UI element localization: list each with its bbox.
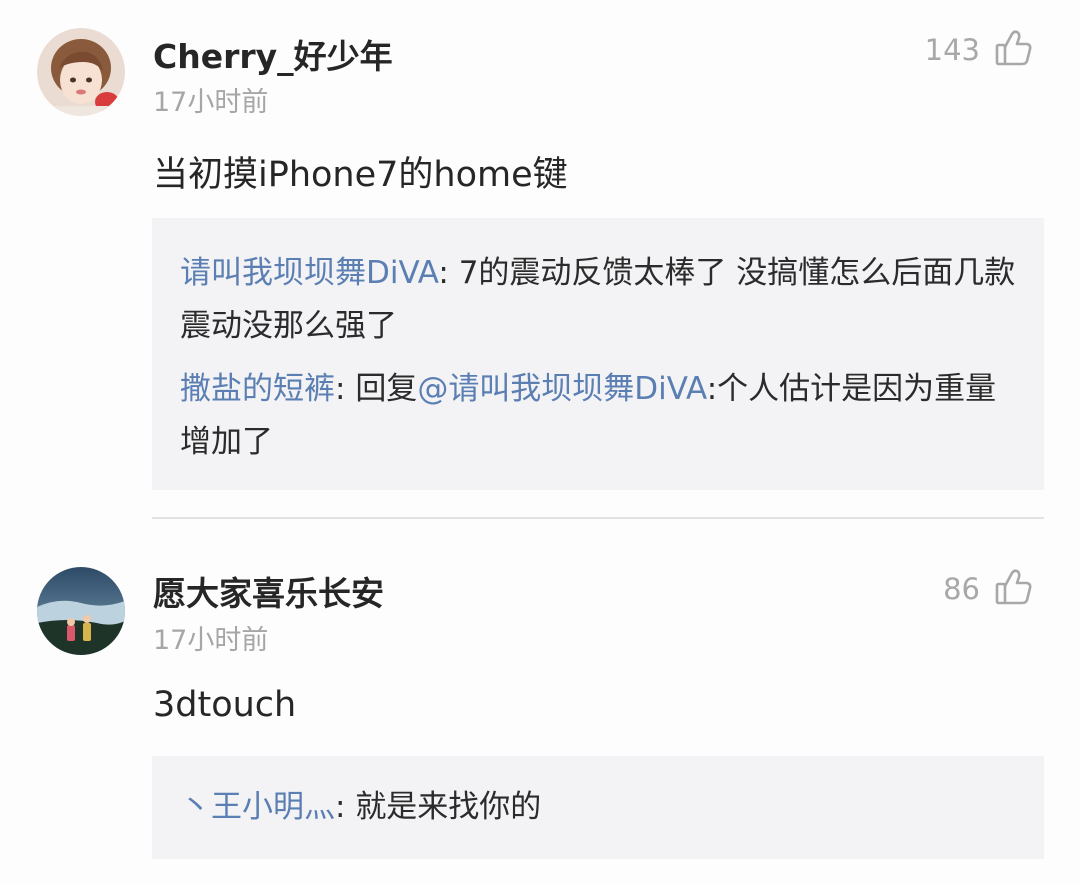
comment-divider bbox=[152, 517, 1044, 519]
reply-prefix: 回复 bbox=[355, 371, 418, 407]
comment-username[interactable]: 愿大家喜乐长安 bbox=[153, 567, 384, 615]
comment-timestamp: 17小时前 bbox=[153, 625, 269, 656]
reply-username[interactable]: 丶王小明灬 bbox=[180, 789, 335, 825]
comment-item: 愿大家喜乐长安 17小时前 86 3dtouch 丶王小明灬: 就是来找你的 bbox=[0, 540, 1080, 883]
reply-mention[interactable]: @请叫我坝坝舞DiVA bbox=[417, 371, 706, 407]
comment-username[interactable]: Cherry_好少年 bbox=[153, 30, 393, 78]
reply-item[interactable]: 请叫我坝坝舞DiVA: 7的震动反馈太棒了 没搞懂怎么后面几款震动没那么强了 bbox=[180, 247, 1016, 353]
avatar[interactable] bbox=[37, 567, 125, 655]
reply-username[interactable]: 请叫我坝坝舞DiVA bbox=[180, 255, 438, 291]
like-count: 143 bbox=[924, 33, 980, 67]
reply-username[interactable]: 撒盐的短裤 bbox=[180, 371, 335, 407]
reply-list: 丶王小明灬: 就是来找你的 bbox=[152, 756, 1044, 859]
thumbs-up-icon bbox=[994, 567, 1034, 611]
like-button[interactable]: 86 bbox=[943, 567, 1034, 611]
comment-text: 当初摸iPhone7的home键 bbox=[153, 155, 568, 195]
reply-text: 就是来找你的 bbox=[355, 789, 542, 825]
reply-separator: : bbox=[438, 255, 459, 291]
reply-separator: : bbox=[335, 371, 356, 407]
avatar[interactable] bbox=[37, 28, 125, 116]
reply-item[interactable]: 丶王小明灬: 就是来找你的 bbox=[180, 781, 1016, 834]
reply-separator: : bbox=[335, 789, 356, 825]
thumbs-up-icon bbox=[994, 28, 1034, 72]
comment-timestamp: 17小时前 bbox=[153, 87, 269, 118]
like-count: 86 bbox=[943, 572, 980, 606]
like-button[interactable]: 143 bbox=[925, 28, 1034, 72]
reply-list: 请叫我坝坝舞DiVA: 7的震动反馈太棒了 没搞懂怎么后面几款震动没那么强了 撒… bbox=[152, 218, 1044, 490]
comment-item: Cherry_好少年 17小时前 143 当初摸iPhone7的home键 请叫… bbox=[0, 0, 1080, 510]
reply-item[interactable]: 撒盐的短裤: 回复@请叫我坝坝舞DiVA:个人估计是因为重量增加了 bbox=[180, 363, 1016, 469]
comment-text: 3dtouch bbox=[153, 685, 297, 725]
